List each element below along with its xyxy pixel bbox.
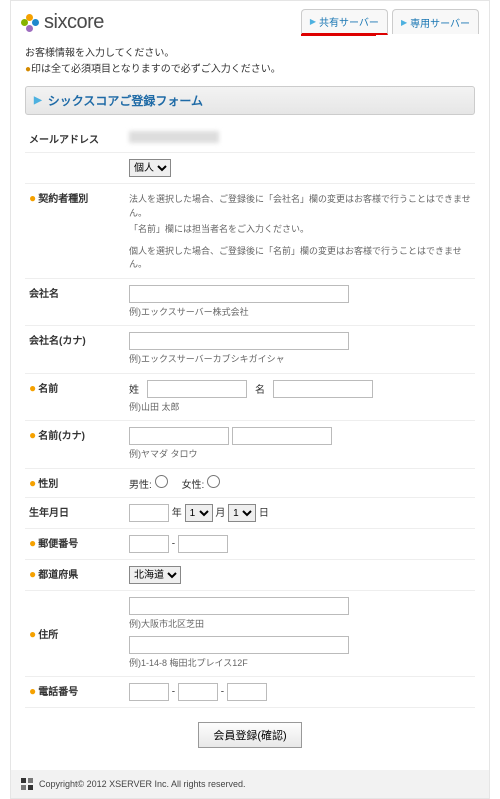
address-1-input[interactable] bbox=[129, 597, 349, 615]
address-hint2: 例)1-14-8 梅田北プレイス12F bbox=[129, 657, 471, 671]
name-kana-mei-input[interactable] bbox=[232, 427, 332, 445]
postal-label: 郵便番号 bbox=[38, 539, 78, 550]
sei-label: 姓 bbox=[129, 381, 139, 396]
gender-male-radio[interactable] bbox=[155, 475, 168, 488]
section-title: ▶ シックスコアご登録フォーム bbox=[25, 86, 475, 115]
account-type-select[interactable]: 個人 bbox=[129, 159, 171, 177]
address-label: 住所 bbox=[38, 630, 58, 641]
postal-1-input[interactable] bbox=[129, 535, 169, 553]
contractor-note: 個人を選択した場合、ご登録後に「名前」欄の変更はお客様で行うことはできません。 bbox=[129, 245, 471, 272]
birth-year-input[interactable] bbox=[129, 504, 169, 522]
phone-1-input[interactable] bbox=[129, 683, 169, 701]
triangle-icon: ▶ bbox=[310, 17, 316, 26]
gender-female-label: 女性: bbox=[182, 480, 205, 491]
name-kana-label: 名前(カナ) bbox=[38, 431, 85, 442]
contractor-note: 法人を選択した場合、ご登録後に「会社名」欄の変更はお客様で行うことはできません。 bbox=[129, 193, 471, 220]
company-kana-input[interactable] bbox=[129, 332, 349, 350]
pref-select[interactable]: 北海道 bbox=[129, 566, 181, 584]
required-dot-icon: ● bbox=[29, 627, 36, 641]
required-dot-icon: ● bbox=[29, 684, 36, 698]
mei-input[interactable] bbox=[273, 380, 373, 398]
intro-text: お客様情報を入力してください。 ●印は全て必須項目となりますので必ずご入力くださ… bbox=[25, 46, 475, 78]
company-label: 会社名 bbox=[25, 278, 125, 326]
content: お客様情報を入力してください。 ● 印は全て必須項目となりますので必ずご入力くださ… bbox=[11, 34, 489, 770]
mei-label: 名 bbox=[255, 381, 265, 396]
month-suffix: 月 bbox=[215, 508, 225, 519]
tab-dedicated-server[interactable]: ▶ 専用サーバー bbox=[392, 9, 479, 34]
intro-line2: 印は全て必須項目となりますので必ずご入力ください。 bbox=[31, 64, 281, 75]
email-value-redacted bbox=[129, 131, 219, 143]
tab-shared-server[interactable]: ▶ 共有サーバー bbox=[301, 9, 388, 35]
required-dot-icon: ● bbox=[29, 536, 36, 550]
required-dot-icon: ● bbox=[29, 428, 36, 442]
year-suffix: 年 bbox=[172, 508, 182, 519]
contractor-note: 「名前」欄には担当者名をご入力ください。 bbox=[129, 223, 471, 237]
logo: sixcore bbox=[21, 11, 104, 34]
gender-female-radio[interactable] bbox=[207, 475, 220, 488]
email-label: メールアドレス bbox=[25, 125, 125, 153]
name-kana-hint: 例)ヤマダ タロウ bbox=[129, 448, 471, 462]
phone-sep: - bbox=[172, 687, 175, 698]
phone-3-input[interactable] bbox=[227, 683, 267, 701]
registration-form: メールアドレス 個人 ●契約者種別 法人を選択した場合、ご登録後に「会社名」欄の… bbox=[25, 125, 475, 708]
company-input[interactable] bbox=[129, 285, 349, 303]
company-kana-hint: 例)エックスサーバーカブシキガイシャ bbox=[129, 353, 471, 367]
day-suffix: 日 bbox=[259, 508, 269, 519]
required-dot-icon: ● bbox=[29, 381, 36, 395]
gender-label: 性別 bbox=[38, 479, 58, 490]
birth-day-select[interactable]: 1 bbox=[228, 504, 256, 522]
logo-text: sixcore bbox=[44, 11, 104, 34]
tab-label: 共有サーバー bbox=[319, 14, 379, 29]
section-title-text: シックスコアご登録フォーム bbox=[48, 92, 203, 109]
sei-input[interactable] bbox=[147, 380, 247, 398]
app-window: sixcore ▶ 共有サーバー ▶ 専用サーバー お客様情報を入力してください… bbox=[10, 0, 490, 799]
required-dot-icon: ● bbox=[29, 567, 36, 581]
arrow-icon: ▶ bbox=[34, 95, 42, 106]
postal-2-input[interactable] bbox=[178, 535, 228, 553]
footer-logo-icon bbox=[21, 778, 33, 790]
intro-line1: お客様情報を入力してください。 bbox=[25, 46, 475, 62]
contractor-label: 契約者種別 bbox=[38, 194, 88, 205]
name-hint: 例)山田 太郎 bbox=[129, 401, 471, 415]
birth-month-select[interactable]: 1 bbox=[185, 504, 213, 522]
address-hint1: 例)大阪市北区芝田 bbox=[129, 618, 471, 632]
name-label: 名前 bbox=[38, 384, 58, 395]
phone-2-input[interactable] bbox=[178, 683, 218, 701]
name-kana-sei-input[interactable] bbox=[129, 427, 229, 445]
server-tabs: ▶ 共有サーバー ▶ 専用サーバー bbox=[301, 9, 479, 34]
phone-label: 電話番号 bbox=[38, 687, 78, 698]
required-dot-icon: ● bbox=[29, 191, 36, 205]
submit-button[interactable]: 会員登録(確認) bbox=[198, 722, 301, 748]
address-2-input[interactable] bbox=[129, 636, 349, 654]
required-dot-icon: ● bbox=[29, 476, 36, 490]
logo-icon bbox=[21, 14, 39, 32]
pref-label: 都道府県 bbox=[38, 570, 78, 581]
header: sixcore ▶ 共有サーバー ▶ 専用サーバー bbox=[11, 1, 489, 34]
footer: Copyright© 2012 XSERVER Inc. All rights … bbox=[11, 770, 489, 798]
triangle-icon: ▶ bbox=[401, 18, 407, 27]
gender-male-label: 男性: bbox=[129, 480, 152, 491]
company-hint: 例)エックスサーバー株式会社 bbox=[129, 306, 471, 320]
submit-row: 会員登録(確認) bbox=[25, 708, 475, 754]
tab-label: 専用サーバー bbox=[410, 15, 470, 30]
postal-sep: - bbox=[172, 539, 175, 550]
company-kana-label: 会社名(カナ) bbox=[25, 326, 125, 374]
phone-sep: - bbox=[221, 687, 224, 698]
birth-label: 生年月日 bbox=[25, 497, 125, 529]
copyright: Copyright© 2012 XSERVER Inc. All rights … bbox=[39, 779, 246, 789]
